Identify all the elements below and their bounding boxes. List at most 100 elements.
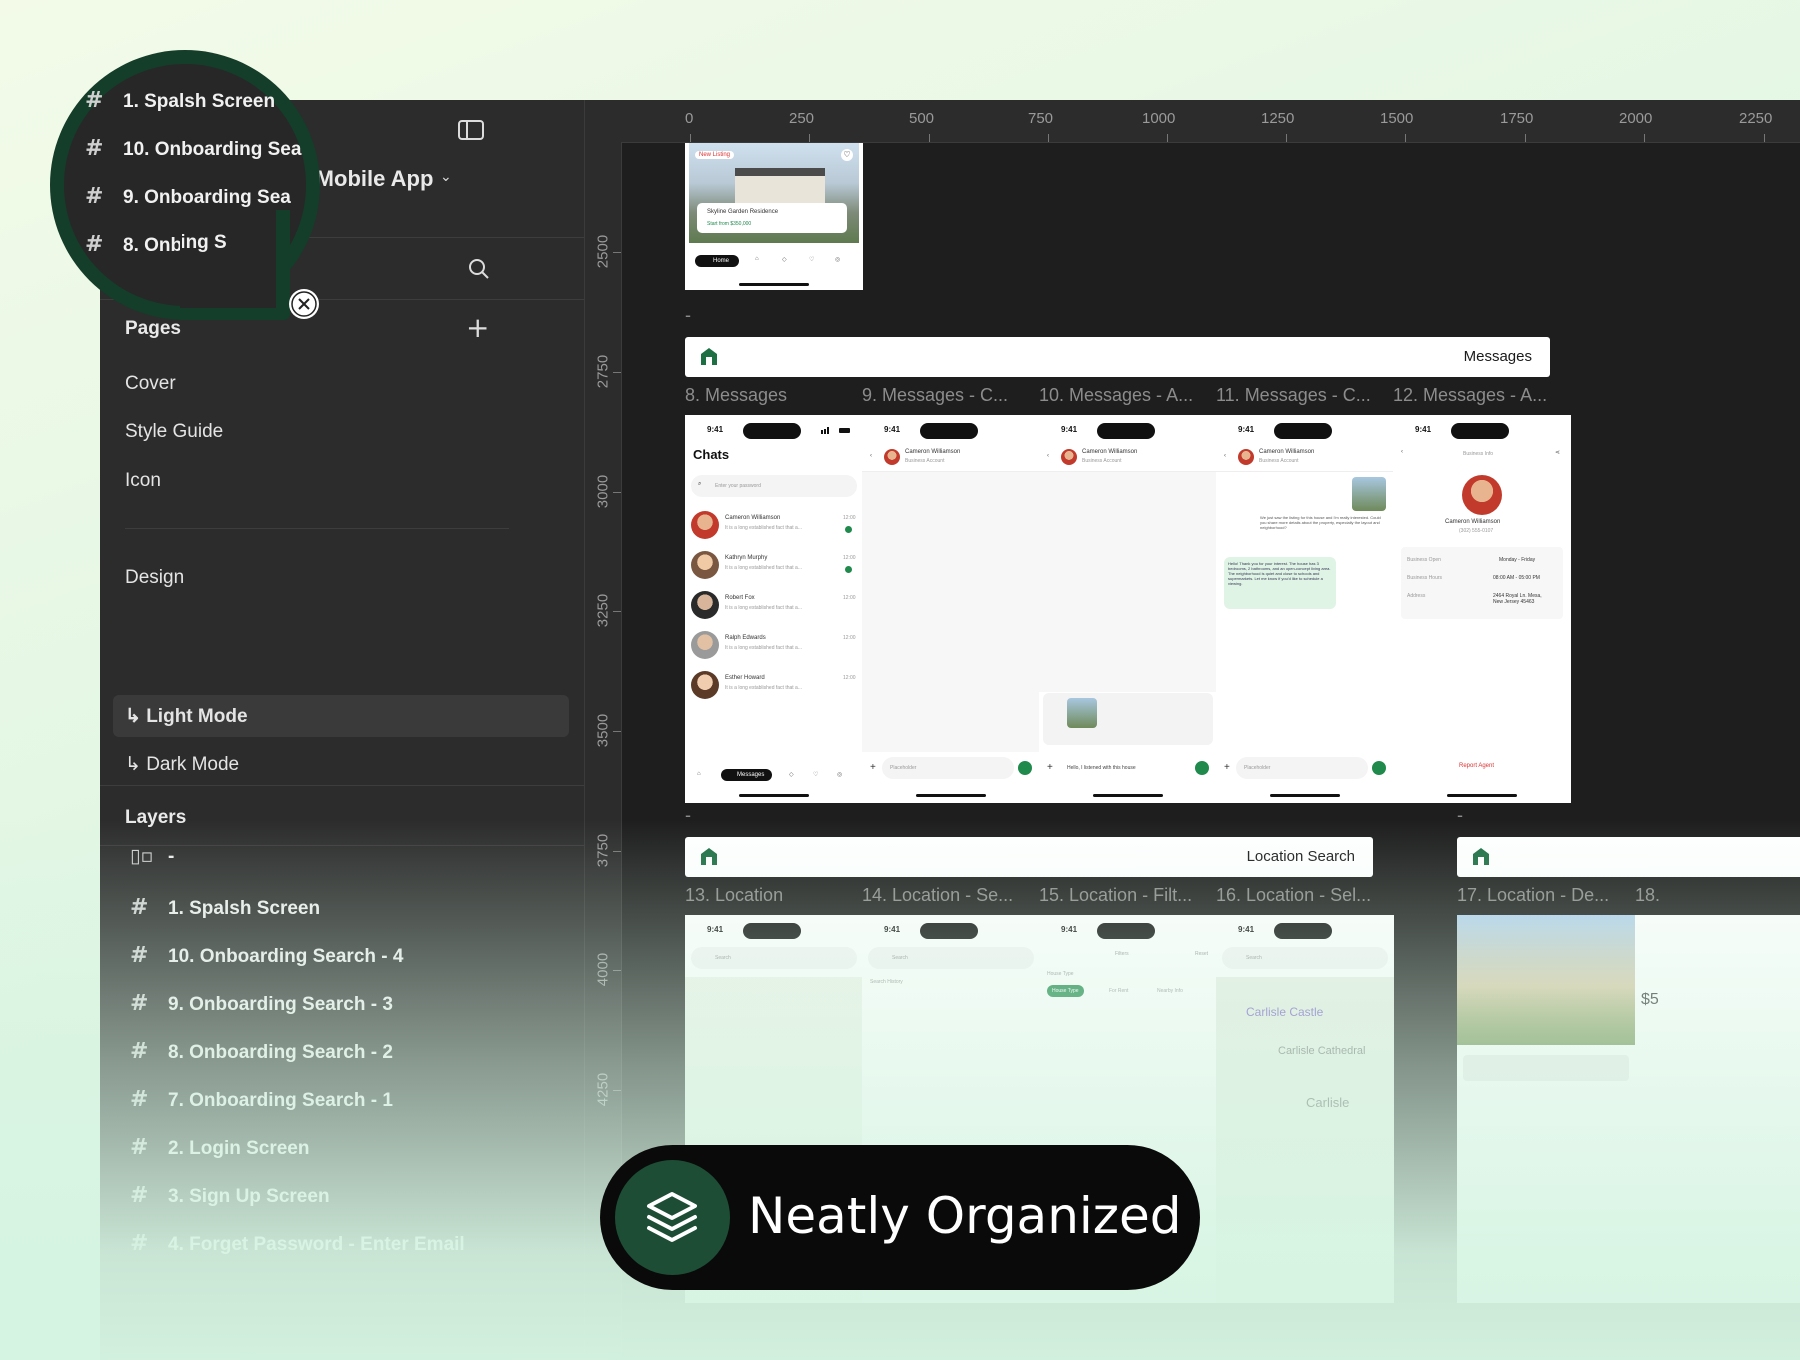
frame-location-partial[interactable]: $5 bbox=[1635, 915, 1800, 1303]
frame-label[interactable]: 16. Location - Sel... bbox=[1216, 885, 1371, 906]
section-title: Location Search bbox=[1246, 848, 1355, 865]
layer-item[interactable]: #3. Sign Up Screen bbox=[130, 1183, 330, 1208]
nav-icon[interactable]: ◇ bbox=[782, 256, 787, 263]
status-time: 9:41 bbox=[707, 425, 724, 434]
frame-label[interactable]: 11. Messages - C... bbox=[1216, 385, 1371, 406]
frame-label[interactable]: 13. Location bbox=[685, 885, 783, 906]
plus-icon[interactable]: + bbox=[870, 762, 876, 773]
close-magnifier-button[interactable] bbox=[289, 289, 319, 319]
agent-name: Cameron Williamson bbox=[1445, 519, 1501, 525]
avatar bbox=[691, 511, 719, 539]
chat-list-item[interactable]: Robert Fox It is a long established fact… bbox=[685, 589, 863, 625]
chat-list-item[interactable]: Esther Howard It is a long established f… bbox=[685, 669, 863, 705]
frame-label[interactable]: 14. Location - Se... bbox=[862, 885, 1013, 906]
plus-icon[interactable]: + bbox=[1224, 762, 1230, 773]
layer-item[interactable]: #8. Onboarding Search - 2 bbox=[130, 1039, 393, 1064]
send-button[interactable] bbox=[1372, 761, 1386, 775]
search-icon[interactable] bbox=[468, 258, 490, 280]
share-icon[interactable]: ⋖ bbox=[1555, 449, 1560, 456]
toggle-sidebar-icon[interactable] bbox=[458, 120, 484, 140]
filter-chip-active[interactable]: House Type bbox=[1047, 985, 1084, 997]
frame-messages-conversation[interactable]: 9:41 ‹ Cameron Williamson Business Accou… bbox=[1216, 415, 1394, 803]
nav-icon[interactable]: ◎ bbox=[837, 771, 842, 778]
page-item-style-guide[interactable]: Style Guide bbox=[125, 421, 223, 443]
home-indicator bbox=[1093, 794, 1163, 797]
section-header-next[interactable] bbox=[1457, 837, 1800, 877]
layer-item[interactable]: #9. Onboarding Search - 3 bbox=[130, 991, 393, 1016]
frame-messages-agent-info[interactable]: 9:41 ‹ Business Info ⋖ Cameron Williamso… bbox=[1393, 415, 1571, 803]
frame-label[interactable]: 10. Messages - A... bbox=[1039, 385, 1193, 406]
back-arrow-icon[interactable]: ‹ bbox=[1224, 453, 1226, 459]
chat-list-item[interactable]: Cameron Williamson It is a long establis… bbox=[685, 509, 863, 545]
ruler-tick bbox=[1167, 134, 1168, 142]
report-agent-link[interactable]: Report Agent bbox=[1459, 763, 1494, 769]
typed-message[interactable]: Hello, I listened with this house bbox=[1067, 765, 1136, 771]
frame-label[interactable]: 12. Messages - A... bbox=[1393, 385, 1547, 406]
layout-grid-icon: ▯▫ bbox=[130, 845, 154, 867]
filter-chip[interactable]: For Rent bbox=[1109, 988, 1128, 994]
page-item-icon[interactable]: Icon bbox=[125, 470, 161, 492]
layers-icon bbox=[647, 1192, 697, 1242]
nav-home-pill[interactable]: Home bbox=[695, 255, 740, 267]
frame-label[interactable]: 15. Location - Filt... bbox=[1039, 885, 1192, 906]
add-page-plus-icon[interactable]: + bbox=[466, 311, 489, 344]
back-arrow-icon[interactable]: ‹ bbox=[1047, 453, 1049, 459]
frame-label[interactable]: 17. Location - De... bbox=[1457, 885, 1609, 906]
avatar bbox=[691, 631, 719, 659]
nav-icon[interactable]: ⌂ bbox=[697, 771, 701, 777]
chat-list-item[interactable]: Ralph Edwards It is a long established f… bbox=[685, 629, 863, 665]
nav-icon[interactable]: ♡ bbox=[809, 256, 814, 263]
frame-home-card[interactable]: New Listing ♡ Skyline Garden Residence S… bbox=[685, 143, 863, 290]
nav-messages-pill[interactable]: Messages bbox=[721, 769, 773, 781]
nav-icon[interactable]: ◎ bbox=[835, 256, 840, 263]
frame-messages-attachment[interactable]: 9:41 ‹ Cameron Williamson Business Accou… bbox=[1039, 415, 1217, 803]
nav-icon[interactable]: ◇ bbox=[789, 771, 794, 778]
chevron-down-icon[interactable]: ⌄ bbox=[440, 168, 452, 185]
filter-chip[interactable]: Nearby Info bbox=[1157, 988, 1183, 994]
city-label: Carlisle bbox=[1306, 1095, 1350, 1110]
layer-item[interactable]: #2. Login Screen bbox=[130, 1135, 309, 1160]
layer-item[interactable]: #4. Forget Password - Enter Email bbox=[130, 1231, 465, 1256]
section-header-location-search[interactable]: Location Search bbox=[685, 837, 1373, 877]
reset-link[interactable]: Reset bbox=[1195, 951, 1208, 957]
frame-location-detail[interactable] bbox=[1457, 915, 1635, 1303]
agent-phone: (302) 555-0107 bbox=[1459, 528, 1494, 534]
send-button[interactable] bbox=[1018, 761, 1032, 775]
place-label[interactable]: Carlisle Castle bbox=[1246, 1005, 1323, 1019]
send-button[interactable] bbox=[1195, 761, 1209, 775]
page-item-cover[interactable]: Cover bbox=[125, 373, 176, 395]
frame-messages-chat-empty[interactable]: 9:41 ‹ Cameron Williamson Business Accou… bbox=[862, 415, 1040, 803]
page-item-light-mode[interactable]: ↳ Light Mode bbox=[125, 705, 248, 728]
layer-item[interactable]: #10. Onboarding Search - 4 bbox=[130, 943, 403, 968]
chat-list-item[interactable]: Kathryn Murphy It is a long established … bbox=[685, 549, 863, 585]
back-arrow-icon[interactable]: ‹ bbox=[870, 453, 872, 459]
frame-label[interactable]: 8. Messages bbox=[685, 385, 787, 406]
nav-icon[interactable]: ⌂ bbox=[755, 256, 759, 262]
ruler-label: 750 bbox=[1028, 110, 1054, 127]
page-item-design[interactable]: Design bbox=[125, 567, 184, 589]
layer-item[interactable]: #1. Spalsh Screen bbox=[130, 895, 320, 920]
section-title: Messages bbox=[1463, 348, 1532, 365]
frame-location-select[interactable]: 9:41 Search Carlisle Castle Carlisle Cat… bbox=[1216, 915, 1394, 1303]
frame-label[interactable]: 18. bbox=[1635, 885, 1660, 906]
plus-icon[interactable]: + bbox=[1047, 762, 1053, 773]
back-arrow-icon[interactable]: ‹ bbox=[1401, 449, 1403, 455]
status-time: 9:41 bbox=[1061, 425, 1078, 434]
layer-item[interactable]: #7. Onboarding Search - 1 bbox=[130, 1087, 393, 1112]
nav-icon[interactable]: ♡ bbox=[813, 771, 818, 778]
place-label[interactable]: Carlisle Cathedral bbox=[1278, 1045, 1365, 1057]
page-item-dark-mode[interactable]: ↳ Dark Mode bbox=[125, 753, 239, 776]
avatar bbox=[691, 671, 719, 699]
frame-label[interactable]: 9. Messages - C... bbox=[862, 385, 1008, 406]
listing-info-card bbox=[697, 203, 847, 233]
ruler-label: 1500 bbox=[1380, 110, 1414, 127]
section-header-messages[interactable]: Messages bbox=[685, 337, 1550, 377]
ruler-label: 0 bbox=[685, 110, 694, 127]
layer-label: 1. Spalsh Screen bbox=[168, 898, 321, 919]
ruler-tick bbox=[929, 134, 930, 142]
frame-messages-chats[interactable]: 9:41 Chats ⌕ Enter your password Cameron… bbox=[685, 415, 863, 803]
favorite-heart-icon[interactable]: ♡ bbox=[841, 149, 853, 161]
layer-group-row[interactable]: ▯▫ - bbox=[130, 845, 174, 868]
chat-name: Cameron Williamson bbox=[725, 515, 781, 521]
pages-heading: Pages bbox=[125, 318, 181, 339]
